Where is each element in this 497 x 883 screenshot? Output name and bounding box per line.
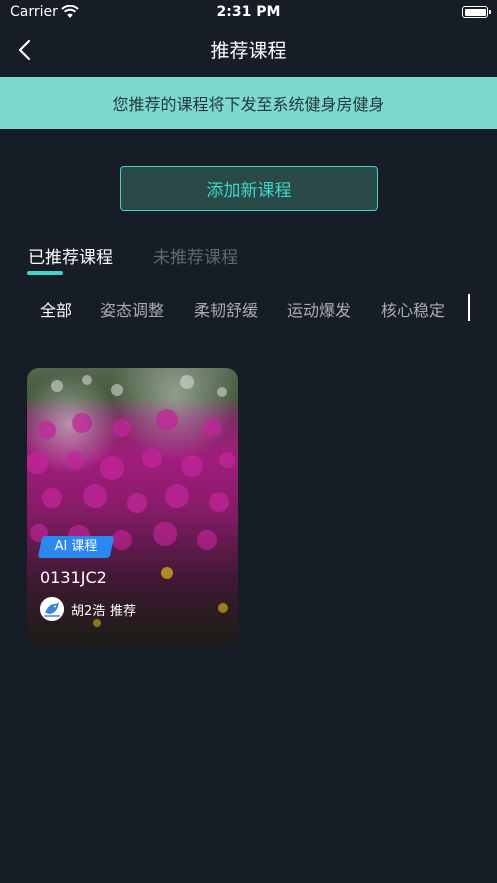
add-course-button[interactable]: 添加新课程 [120, 166, 378, 211]
page-title: 推荐课程 [210, 40, 287, 62]
filter-posture[interactable]: 姿态调整 [100, 297, 164, 321]
status-bar: Carrier 2:31 PM [0, 0, 497, 26]
battery-icon [462, 6, 491, 18]
tab-recommended[interactable]: 已推荐课程 [28, 243, 113, 268]
nav-bar: 推荐课程 [0, 28, 497, 72]
avatar [40, 597, 64, 621]
filter-explosive[interactable]: 运动爆发 [287, 297, 351, 321]
tab-not-recommended[interactable]: 未推荐课程 [153, 243, 238, 268]
clock: 2:31 PM [216, 4, 281, 20]
recommend-label: 推荐 [110, 604, 137, 619]
tab-indicator [27, 271, 63, 275]
ai-course-badge: AI 课程 [54, 539, 98, 554]
info-banner: 您推荐的课程将下发至系统健身房健身 [0, 77, 497, 129]
filter-all[interactable]: 全部 [40, 297, 72, 321]
filter-flexibility[interactable]: 柔韧舒缓 [194, 297, 258, 321]
course-name: 0131JC2 [40, 568, 107, 587]
filter-core[interactable]: 核心稳定 [381, 297, 445, 321]
recommender-name: 胡2浩 [71, 604, 106, 619]
course-card[interactable]: AI 课程 0131JC2 胡2浩 推荐 [27, 368, 238, 645]
avatar-bird-icon [40, 597, 64, 621]
filter-scroll-divider [468, 294, 470, 321]
